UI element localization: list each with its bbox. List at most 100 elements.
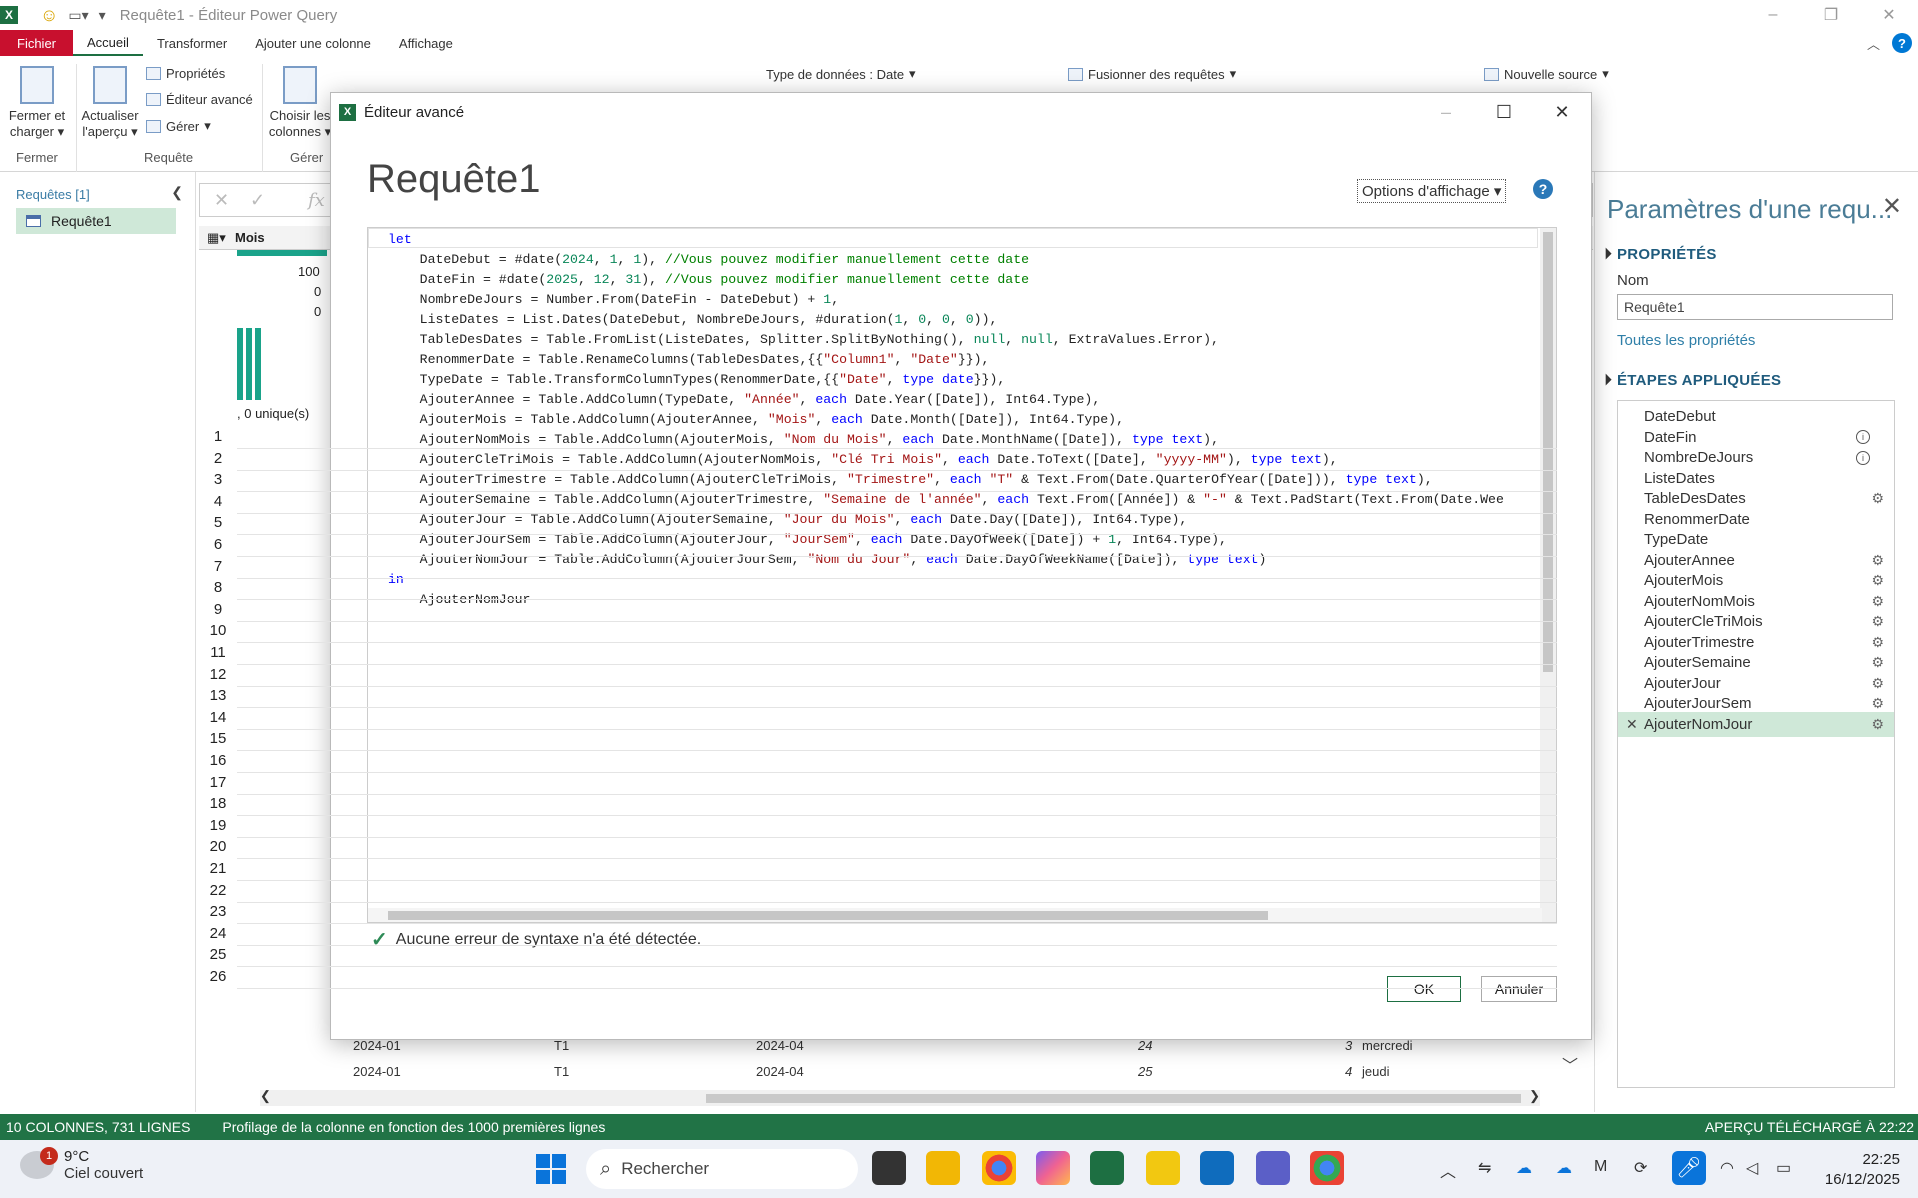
tab-affichage[interactable]: Affichage [385,30,467,56]
cell[interactable]: T1 [554,1064,569,1079]
battery-icon[interactable]: ▭ [1776,1158,1791,1178]
row-number[interactable]: 15 [199,730,237,747]
row-number[interactable]: 23 [199,903,237,920]
ok-button[interactable]: OK [1387,976,1461,1002]
query-item[interactable]: Requête1 [16,208,176,234]
scroll-thumb[interactable] [706,1094,1521,1103]
info-icon[interactable]: i [1856,450,1870,465]
clock[interactable]: 22:25 16/12/2025 [1825,1150,1900,1190]
gear-icon[interactable]: ⚙ [1871,593,1884,610]
gear-icon[interactable]: ⚙ [1871,552,1884,569]
row-number[interactable]: 11 [199,644,237,661]
data-type-dropdown[interactable]: Type de données : Date ▾ [766,66,916,82]
cell[interactable]: 2024-01 [353,1064,401,1079]
m365-icon[interactable] [1036,1151,1070,1185]
onedrive-sync-icon[interactable]: ☁ [1556,1158,1572,1178]
wifi-icon[interactable]: ◠ [1720,1158,1734,1178]
code-text[interactable]: let DateDebut = #date(2024, 1, 1), //Vou… [388,230,1504,610]
help-icon[interactable]: ? [1892,33,1912,53]
minimize-icon[interactable]: – [1744,0,1802,30]
row-number[interactable]: 5 [199,514,237,531]
volume-icon[interactable]: ◁ [1746,1158,1758,1178]
new-source-button[interactable]: Nouvelle source ▾ [1484,66,1609,82]
column-header-mois[interactable]: Mois [235,230,265,245]
scroll-left-icon[interactable]: ❮ [260,1088,271,1104]
maximize-icon[interactable]: ☐ [1475,93,1533,131]
tab-fichier[interactable]: Fichier [0,30,74,56]
cell[interactable]: mercredi [1362,1038,1413,1053]
gear-icon[interactable]: ⚙ [1871,634,1884,651]
scroll-down-icon[interactable]: ﹀ [1562,1052,1578,1076]
merge-queries-button[interactable]: Fusionner des requêtes ▾ [1068,66,1236,82]
sync-icon[interactable]: ⟳ [1634,1158,1647,1178]
cell[interactable]: 2024-01 [353,1038,401,1053]
task-view-icon[interactable] [872,1151,906,1185]
row-number[interactable]: 8 [199,579,237,596]
row-number[interactable]: 26 [199,968,237,985]
taskbar-search[interactable]: ⌕ Rechercher [586,1149,858,1189]
chrome-profile-icon[interactable] [1310,1151,1344,1185]
close-pane-icon[interactable]: ✕ [1882,192,1902,221]
applied-steps-header[interactable]: ÉTAPES APPLIQUÉES [1617,372,1781,389]
row-number[interactable]: 6 [199,536,237,553]
row-number[interactable]: 3 [199,471,237,488]
gear-icon[interactable]: ⚙ [1871,695,1884,712]
confirm-formula-icon[interactable]: ✓ [250,190,265,211]
gear-icon[interactable]: ⚙ [1871,490,1884,507]
row-number[interactable]: 14 [199,709,237,726]
row-number[interactable]: 10 [199,622,237,639]
gear-icon[interactable]: ⚙ [1871,654,1884,671]
gear-icon[interactable]: ⚙ [1871,675,1884,692]
chrome-icon[interactable] [982,1151,1016,1185]
collapse-ribbon-icon[interactable]: ︿ [1867,34,1880,53]
tab-accueil[interactable]: Accueil [73,30,143,56]
editor-horizontal-scrollbar[interactable] [368,908,1542,922]
row-number[interactable]: 19 [199,817,237,834]
code-editor[interactable]: let DateDebut = #date(2024, 1, 1), //Vou… [367,227,1557,923]
view-options-dropdown[interactable]: Options d'affichage ▾ [1357,179,1507,203]
powerbi-icon[interactable] [1146,1151,1180,1185]
cell[interactable]: 3 [1345,1038,1352,1053]
applied-step[interactable]: ✕ AjouterNomJour ⚙ [1618,711,1894,737]
close-and-load-button[interactable]: Fermer et charger ▾ [6,66,68,140]
scroll-thumb[interactable] [1543,232,1553,672]
cell[interactable]: 25 [1138,1064,1152,1079]
gear-icon[interactable]: ⚙ [1871,716,1884,733]
properties-section-header[interactable]: PROPRIÉTÉS [1617,246,1717,263]
cell[interactable]: 2024-04 [756,1064,804,1079]
row-number[interactable]: 16 [199,752,237,769]
close-icon[interactable]: ✕ [1533,93,1591,131]
new-file-icon[interactable]: ▭▾ [68,7,88,24]
choose-columns-button[interactable]: Choisir les colonnes ▾ [268,66,332,140]
cancel-formula-icon[interactable]: ✕ [214,190,229,211]
row-number[interactable]: 12 [199,666,237,683]
row-number[interactable]: 13 [199,687,237,704]
outlook-icon[interactable] [1200,1151,1234,1185]
name-input[interactable]: Requête1 [1617,294,1893,320]
microphone-icon[interactable]: 🎤︎ [1672,1151,1706,1185]
cell[interactable]: 2024-04 [756,1038,804,1053]
manage-button[interactable]: Gérer ▾ [146,118,211,134]
cell[interactable]: 24 [1138,1038,1152,1053]
cell[interactable]: jeudi [1362,1064,1389,1079]
all-properties-link[interactable]: Toutes les propriétés [1617,332,1755,349]
teams-icon[interactable] [1256,1151,1290,1185]
close-icon[interactable]: ✕ [1860,0,1918,30]
delete-step-icon[interactable]: ✕ [1626,716,1638,733]
row-number[interactable]: 7 [199,558,237,575]
row-number[interactable]: 25 [199,946,237,963]
collapse-pane-icon[interactable]: ❮ [171,184,183,201]
row-number[interactable]: 22 [199,882,237,899]
row-number[interactable]: 1 [199,428,237,445]
excel-taskbar-icon[interactable] [1090,1151,1124,1185]
show-hidden-icons-icon[interactable]: ︿ [1440,1158,1456,1182]
advanced-editor-button[interactable]: Éditeur avancé [146,92,253,107]
windows-start-icon[interactable] [536,1154,566,1184]
scroll-right-icon[interactable]: ❯ [1529,1088,1540,1104]
minimize-icon[interactable]: – [1417,93,1475,131]
restore-icon[interactable]: ❐ [1802,0,1860,30]
row-number[interactable]: 24 [199,925,237,942]
row-number[interactable]: 9 [199,601,237,618]
row-number[interactable]: 4 [199,493,237,510]
scroll-thumb[interactable] [388,911,1268,920]
